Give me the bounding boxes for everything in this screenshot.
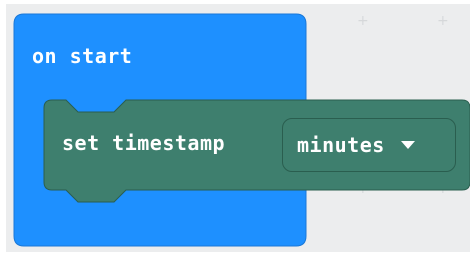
set-timestamp-label: set timestamp <box>62 131 226 155</box>
caret-down-icon <box>400 141 415 149</box>
time-unit-selected-value: minutes <box>297 133 385 157</box>
time-unit-dropdown[interactable]: minutes <box>282 118 456 172</box>
on-start-label: on start <box>32 44 133 68</box>
